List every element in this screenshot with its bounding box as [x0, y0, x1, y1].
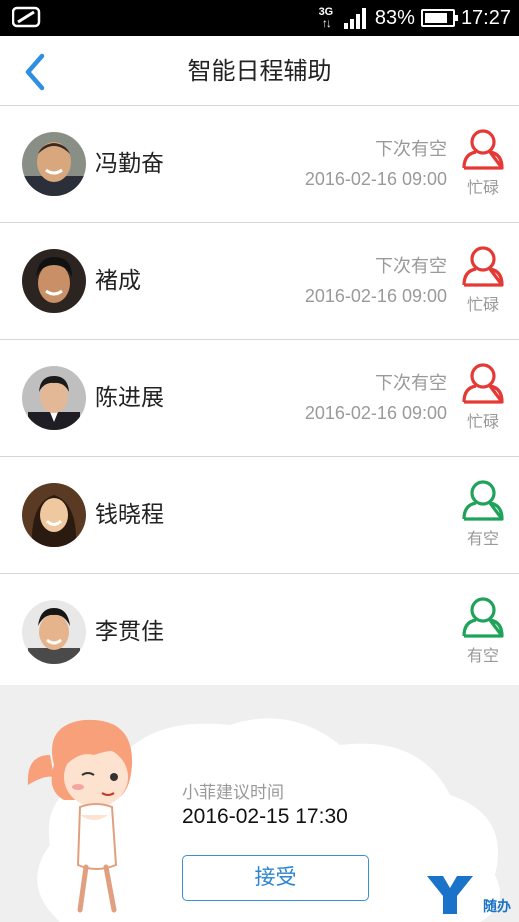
user-busy-icon	[462, 363, 504, 404]
list-item[interactable]: 冯勤奋 下次有空 2016-02-16 09:00 忙碌	[0, 106, 519, 223]
next-free-time: 2016-02-16 09:00	[304, 403, 447, 423]
user-busy-icon	[462, 129, 504, 170]
next-free-label: 下次有空	[375, 373, 447, 394]
avatar	[22, 366, 86, 430]
network-indicator: 3G ↑↓	[318, 6, 334, 30]
battery-percent: 83%	[374, 6, 415, 29]
page-title: 智能日程辅助	[187, 57, 332, 85]
signal-icon	[343, 8, 366, 29]
user-free-icon	[462, 480, 504, 521]
person-name: 钱晓程	[95, 502, 164, 528]
list-item[interactable]: 褚成 下次有空 2016-02-16 09:00 忙碌	[0, 223, 519, 340]
person-name: 李贯佳	[95, 619, 164, 645]
status-bar: 3G ↑↓ 83% 17:27	[0, 0, 519, 36]
next-free: 下次有空 2016-02-16 09:00	[305, 256, 447, 308]
suggestion-panel: 小菲建议时间 2016-02-15 17:30 接受 随办	[0, 685, 519, 922]
list-item[interactable]: 钱晓程 有空	[0, 457, 519, 574]
user-busy-icon	[462, 246, 504, 287]
status-label: 忙碌	[466, 178, 499, 197]
availability-status[interactable]: 有空	[459, 596, 507, 666]
avatar	[22, 600, 86, 664]
person-name: 陈进展	[95, 385, 164, 411]
next-free-time: 2016-02-16 09:00	[304, 169, 447, 189]
mascot-girl-illustration	[27, 719, 133, 913]
availability-status[interactable]: 有空	[459, 479, 507, 549]
brand-logo-text: 随办	[483, 899, 511, 915]
brand-logo-icon	[427, 876, 473, 914]
suggested-time: 2016-02-15 17:30	[182, 805, 348, 828]
user-free-icon	[462, 597, 504, 638]
clock: 17:27	[460, 6, 511, 29]
avatar	[22, 483, 86, 547]
next-free-label: 下次有空	[375, 256, 447, 277]
person-name: 冯勤奋	[95, 151, 164, 177]
next-free-time: 2016-02-16 09:00	[304, 286, 447, 306]
brand-logo: 随办	[419, 866, 519, 922]
status-label: 忙碌	[466, 295, 499, 314]
next-free: 下次有空 2016-02-16 09:00	[305, 139, 447, 191]
next-free-label: 下次有空	[375, 139, 447, 160]
next-free: 下次有空 2016-02-16 09:00	[305, 373, 447, 425]
screen-mode-icon	[12, 6, 41, 28]
status-label: 有空	[466, 529, 499, 548]
availability-status[interactable]: 忙碌	[459, 245, 507, 315]
battery-icon	[420, 9, 458, 27]
person-name: 褚成	[95, 268, 141, 294]
list-item[interactable]: 李贯佳 有空	[0, 574, 519, 691]
availability-status[interactable]: 忙碌	[459, 128, 507, 198]
status-label: 忙碌	[466, 412, 499, 431]
app-header: 智能日程辅助	[0, 36, 519, 106]
suggestion-label: 小菲建议时间	[182, 783, 284, 803]
status-label: 有空	[466, 646, 499, 665]
people-list: 冯勤奋 下次有空 2016-02-16 09:00 忙碌 褚成 下次有空 201…	[0, 106, 519, 691]
avatar	[22, 132, 86, 196]
availability-status[interactable]: 忙碌	[459, 362, 507, 432]
avatar	[22, 249, 86, 313]
accept-button[interactable]: 接受	[182, 855, 369, 901]
list-item[interactable]: 陈进展 下次有空 2016-02-16 09:00 忙碌	[0, 340, 519, 457]
